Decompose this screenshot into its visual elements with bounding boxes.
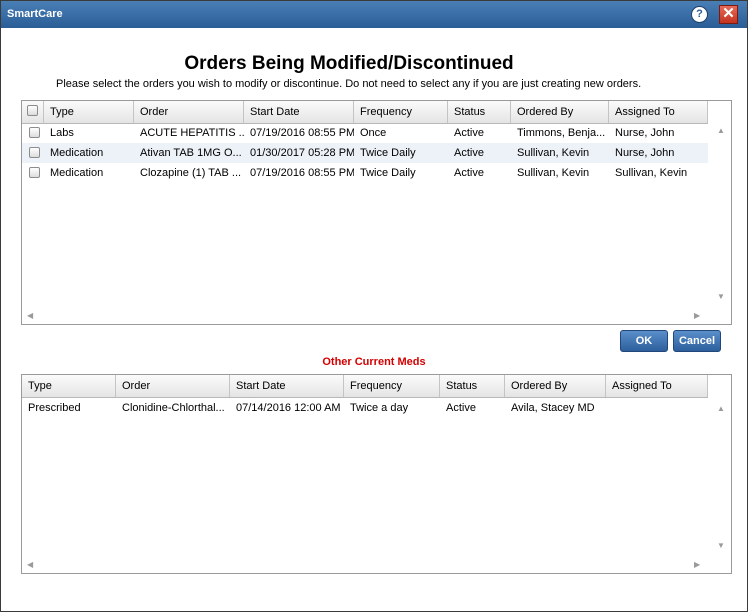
orders-grid: Type Order Start Date Frequency Status O… — [21, 100, 732, 325]
cell-type: Labs — [50, 127, 74, 139]
dialog-window: SmartCare ? ✕ Orders Being Modified/Disc… — [0, 0, 748, 612]
scroll-left-icon[interactable]: ◀ — [27, 311, 33, 320]
col-status[interactable]: Status — [448, 101, 511, 123]
cell-status: Active — [454, 147, 484, 159]
cell-order: ACUTE HEPATITIS ... — [140, 127, 244, 139]
cell-ordered-by: Sullivan, Kevin — [517, 167, 590, 179]
cell-ordered-by: Timmons, Benja... — [517, 127, 606, 139]
table-row[interactable]: Prescribed Clonidine-Chlorthal... 07/14/… — [22, 398, 708, 418]
cell-status: Active — [446, 402, 476, 414]
table-row[interactable]: Labs ACUTE HEPATITIS ... 07/19/2016 08:5… — [22, 123, 708, 143]
row-checkbox[interactable] — [29, 147, 40, 158]
scroll-up-icon[interactable]: ▲ — [717, 126, 725, 135]
other-meds-grid: Type Order Start Date Frequency Status O… — [21, 374, 732, 574]
cell-assigned-to — [606, 398, 708, 418]
col-assigned-to[interactable]: Assigned To — [609, 101, 708, 123]
cell-status: Active — [454, 167, 484, 179]
cell-start-date: 01/30/2017 05:28 PM — [250, 147, 354, 159]
cell-assigned-to: Nurse, John — [615, 147, 675, 159]
scroll-left-icon[interactable]: ◀ — [27, 560, 33, 569]
select-all-checkbox[interactable] — [27, 105, 38, 116]
instructions-text: Please select the orders you wish to mod… — [56, 78, 642, 90]
orders-grid-header: Type Order Start Date Frequency Status O… — [22, 101, 708, 124]
cell-start-date: 07/14/2016 12:00 AM — [236, 402, 341, 414]
cell-status: Active — [454, 127, 484, 139]
horizontal-scrollbar[interactable]: ◀ ▶ — [22, 556, 708, 573]
other-meds-label: Other Current Meds — [322, 356, 426, 368]
ok-button[interactable]: OK — [620, 330, 668, 352]
cell-type: Medication — [50, 167, 104, 179]
close-icon[interactable]: ✕ — [719, 5, 738, 24]
horizontal-scrollbar[interactable]: ◀ ▶ — [22, 307, 708, 324]
col-assigned-to[interactable]: Assigned To — [606, 375, 708, 397]
cell-type: Medication — [50, 147, 104, 159]
title-bar[interactable]: SmartCare ? ✕ — [1, 1, 747, 28]
cell-frequency: Twice Daily — [360, 147, 416, 159]
row-checkbox[interactable] — [29, 167, 40, 178]
cell-start-date: 07/19/2016 08:55 PM — [250, 167, 354, 179]
page-title: Orders Being Modified/Discontinued — [184, 53, 514, 74]
col-frequency[interactable]: Frequency — [354, 101, 448, 123]
col-start-date[interactable]: Start Date — [230, 375, 344, 397]
cell-frequency: Once — [360, 127, 387, 139]
select-all-cell — [22, 101, 44, 123]
table-row[interactable]: Medication Clozapine (1) TAB ... 07/19/2… — [22, 163, 708, 183]
scroll-down-icon[interactable]: ▼ — [717, 292, 725, 301]
col-order[interactable]: Order — [116, 375, 230, 397]
cell-assigned-to: Sullivan, Kevin — [615, 167, 688, 179]
cell-type: Prescribed — [28, 402, 81, 414]
vertical-scrollbar[interactable]: ▲ ▼ — [709, 397, 731, 556]
scroll-right-icon[interactable]: ▶ — [694, 311, 700, 320]
col-type[interactable]: Type — [44, 101, 134, 123]
col-order[interactable]: Order — [134, 101, 244, 123]
col-ordered-by[interactable]: Ordered By — [505, 375, 606, 397]
col-type[interactable]: Type — [22, 375, 116, 397]
cell-ordered-by: Sullivan, Kevin — [517, 147, 590, 159]
col-start-date[interactable]: Start Date — [244, 101, 354, 123]
cell-frequency: Twice a day — [350, 402, 409, 414]
cell-frequency: Twice Daily — [360, 167, 416, 179]
cell-order: Clonidine-Chlorthal... — [122, 402, 225, 414]
table-row[interactable]: Medication Ativan TAB 1MG O... 01/30/201… — [22, 143, 708, 163]
cell-order: Ativan TAB 1MG O... — [140, 147, 242, 159]
col-status[interactable]: Status — [440, 375, 505, 397]
window-title: SmartCare — [7, 8, 63, 20]
col-ordered-by[interactable]: Ordered By — [511, 101, 609, 123]
other-meds-grid-header: Type Order Start Date Frequency Status O… — [22, 375, 708, 398]
help-icon[interactable]: ? — [691, 6, 708, 23]
row-checkbox[interactable] — [29, 127, 40, 138]
scroll-right-icon[interactable]: ▶ — [694, 560, 700, 569]
cell-assigned-to: Nurse, John — [615, 127, 675, 139]
scroll-up-icon[interactable]: ▲ — [717, 404, 725, 413]
cell-ordered-by: Avila, Stacey MD — [511, 402, 595, 414]
cell-order: Clozapine (1) TAB ... — [140, 167, 242, 179]
col-frequency[interactable]: Frequency — [344, 375, 440, 397]
vertical-scrollbar[interactable]: ▲ ▼ — [709, 123, 731, 307]
scroll-down-icon[interactable]: ▼ — [717, 541, 725, 550]
cancel-button[interactable]: Cancel — [673, 330, 721, 352]
cell-start-date: 07/19/2016 08:55 PM — [250, 127, 354, 139]
